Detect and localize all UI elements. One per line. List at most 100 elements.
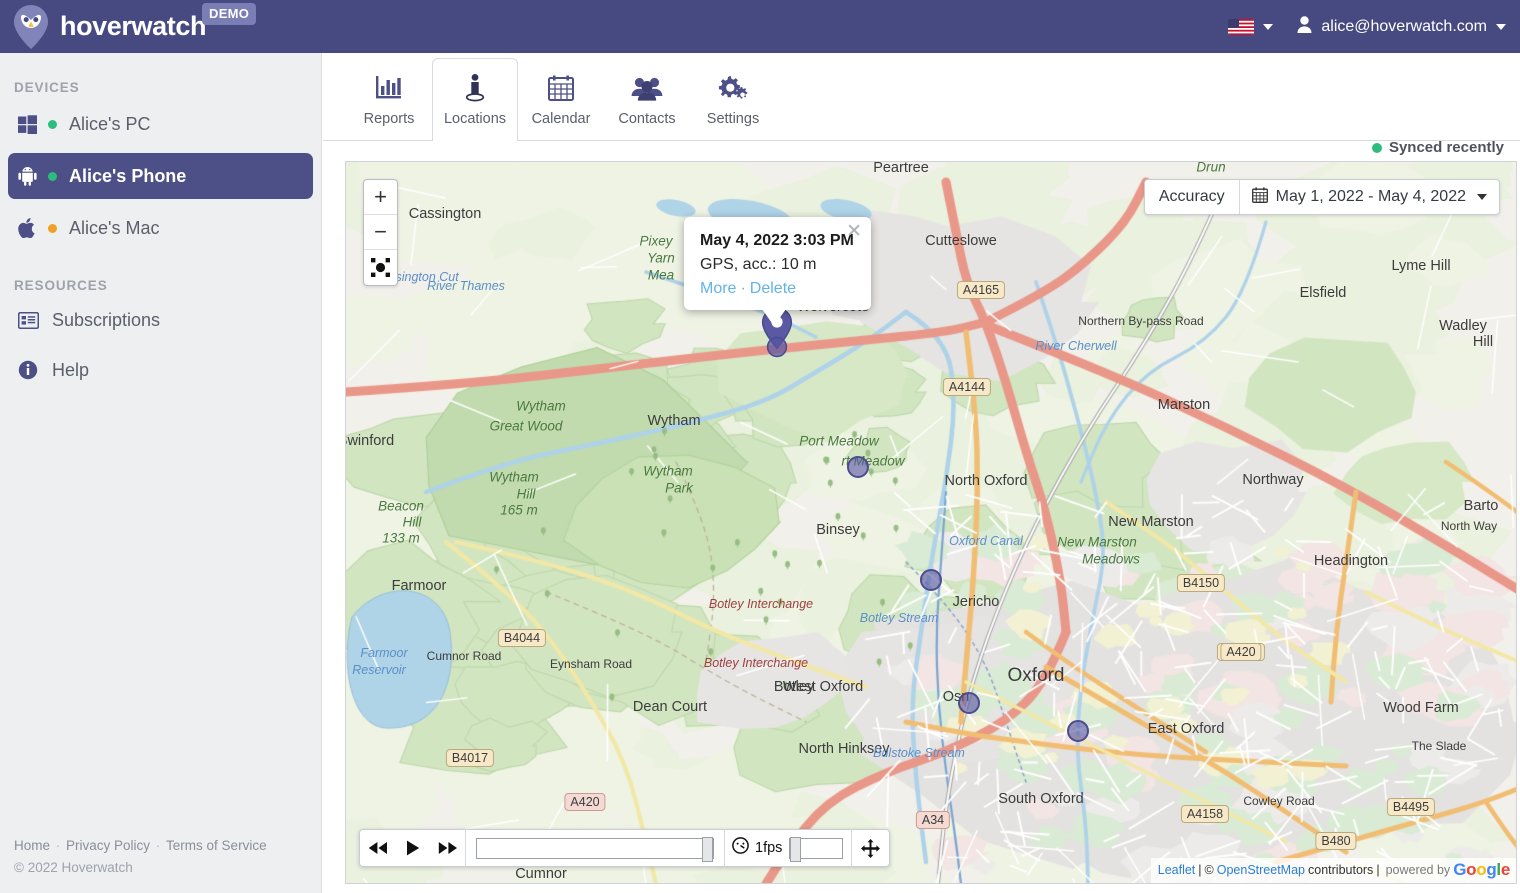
footer-privacy-link[interactable]: Privacy Policy: [66, 838, 150, 853]
marker-osney[interactable]: [958, 692, 980, 714]
sidebar-item-label: Alice's Phone: [69, 165, 187, 186]
tab-settings[interactable]: Settings: [690, 58, 776, 140]
popup-delete-link[interactable]: Delete: [750, 280, 796, 297]
sidebar-item-alices-phone[interactable]: Alice's Phone: [8, 153, 313, 199]
attribution-separator: |: [1376, 863, 1380, 877]
resources-section-title: RESOURCES: [14, 278, 108, 293]
status-dot: [48, 223, 57, 233]
brand-logo-area[interactable]: hoverwatch DEMO: [0, 2, 257, 49]
gears-icon: [718, 71, 748, 105]
footer-links: Home · Privacy Policy · Terms of Service: [14, 838, 267, 853]
date-range-picker[interactable]: May 1, 2022 - May 4, 2022: [1240, 180, 1499, 214]
calendar-icon: [547, 71, 575, 105]
bar-chart-icon: [374, 71, 404, 105]
location-popup: ✕ May 4, 2022 3:03 PM GPS, acc.: 10 m Mo…: [684, 217, 871, 326]
us-flag-icon: [1228, 18, 1255, 35]
sidebar-item-subscriptions[interactable]: Subscriptions: [8, 297, 313, 343]
sidebar-item-label: Alice's PC: [69, 113, 151, 134]
popup-separator: ·: [740, 280, 746, 297]
accuracy-button[interactable]: Accuracy: [1145, 180, 1240, 214]
leaflet-link[interactable]: Leaflet: [1158, 863, 1196, 877]
fit-bounds-button[interactable]: [364, 250, 397, 285]
play-button[interactable]: [395, 830, 430, 866]
subscriptions-icon: [18, 311, 52, 329]
zoom-in-button[interactable]: +: [364, 180, 397, 215]
apple-icon: [18, 218, 44, 238]
sidebar-item-alices-mac[interactable]: Alice's Mac: [8, 205, 313, 251]
brand-name: hoverwatch: [60, 11, 207, 41]
divider: [465, 829, 466, 867]
calendar-icon: [1251, 186, 1268, 208]
fast-forward-button[interactable]: [430, 830, 465, 866]
sidebar-item-label: Help: [52, 359, 90, 380]
tab-label: Reports: [363, 111, 415, 127]
demo-badge: DEMO: [202, 2, 257, 25]
main-content: Reports Locations Calendar Contacts Sett…: [323, 53, 1520, 893]
windows-icon: [18, 114, 44, 134]
tab-label: Settings: [706, 111, 760, 127]
sidebar-item-label: Subscriptions: [52, 309, 161, 330]
map-container[interactable]: + − Accuracy May 1, 2022 - May 4, 2022 ✕…: [345, 161, 1517, 884]
footer-terms-link[interactable]: Terms of Service: [166, 838, 267, 853]
speed-slider[interactable]: [789, 836, 844, 862]
tab-label: Locations: [443, 111, 507, 127]
info-icon: [18, 360, 52, 380]
powered-by-label: powered by: [1385, 863, 1451, 877]
person-location-icon: [462, 71, 488, 105]
tab-reports[interactable]: Reports: [346, 58, 432, 140]
chevron-down-icon: [1477, 194, 1487, 200]
popup-timestamp: May 4, 2022 3:03 PM: [700, 232, 854, 249]
timeline-slider-handle[interactable]: [702, 836, 713, 862]
marker-port-meadow[interactable]: [847, 456, 869, 478]
language-selector[interactable]: [1228, 18, 1274, 35]
divider: [724, 829, 725, 867]
playback-controls: 1fps: [359, 829, 891, 867]
chevron-down-icon: [1496, 23, 1506, 30]
close-icon[interactable]: ✕: [846, 222, 862, 241]
status-dot: [48, 171, 57, 181]
date-range-label: May 1, 2022 - May 4, 2022: [1275, 188, 1466, 205]
map-tiles[interactable]: [346, 162, 1516, 883]
sidebar-item-label: Alice's Mac: [69, 217, 160, 238]
map-attribution: Leaflet | © OpenStreetMap contributors |…: [1150, 858, 1516, 883]
attribution-separator: |: [1198, 863, 1202, 877]
map-zoom-controls: + −: [363, 179, 398, 286]
user-avatar-icon: [1297, 15, 1312, 38]
footer-copyright: © 2022 Hoverwatch: [14, 860, 133, 875]
openstreetmap-link[interactable]: OpenStreetMap: [1217, 863, 1305, 877]
marker-jericho[interactable]: [920, 569, 942, 591]
chevron-down-icon: [1263, 23, 1274, 30]
user-menu[interactable]: alice@hoverwatch.com: [1297, 15, 1506, 38]
sync-status-label: Synced recently: [1388, 139, 1504, 156]
speed-slider-handle[interactable]: [790, 836, 802, 862]
people-icon: [631, 71, 663, 105]
tab-calendar[interactable]: Calendar: [518, 58, 604, 140]
sidebar-footer: Home · Privacy Policy · Terms of Service…: [14, 838, 267, 875]
copyright-symbol: ©: [1204, 863, 1214, 877]
move-map-handle[interactable]: [852, 830, 889, 866]
rewind-button[interactable]: [360, 830, 395, 866]
timeline-slider[interactable]: [476, 836, 714, 862]
devices-section-title: DEVICES: [14, 80, 80, 95]
popup-actions: More · Delete: [700, 280, 855, 298]
owl-pin-icon: [12, 4, 50, 49]
status-dot: [48, 119, 57, 129]
android-icon: [18, 166, 44, 186]
tab-label: Calendar: [531, 111, 591, 127]
popup-accuracy: GPS, acc.: 10 m: [700, 256, 817, 273]
sidebar-item-help[interactable]: Help: [8, 347, 313, 393]
tab-locations[interactable]: Locations: [432, 58, 518, 141]
footer-home-link[interactable]: Home: [14, 838, 50, 853]
sidebar-item-alices-pc[interactable]: Alice's PC: [8, 101, 313, 147]
user-email-label: alice@hoverwatch.com: [1321, 17, 1487, 35]
tab-contacts[interactable]: Contacts: [604, 58, 690, 140]
zoom-out-button[interactable]: −: [364, 215, 397, 250]
map-filter-bar: Accuracy May 1, 2022 - May 4, 2022: [1143, 179, 1500, 215]
tab-label: Contacts: [618, 111, 676, 127]
fps-label: 1fps: [755, 840, 783, 856]
google-logo: Google: [1453, 860, 1510, 879]
tab-bar: Reports Locations Calendar Contacts Sett…: [323, 53, 1520, 178]
sidebar: DEVICES Alice's PC Alice's Phone Alice's…: [0, 53, 322, 893]
popup-more-link[interactable]: More: [700, 280, 736, 297]
marker-east-oxford[interactable]: [1067, 720, 1089, 742]
